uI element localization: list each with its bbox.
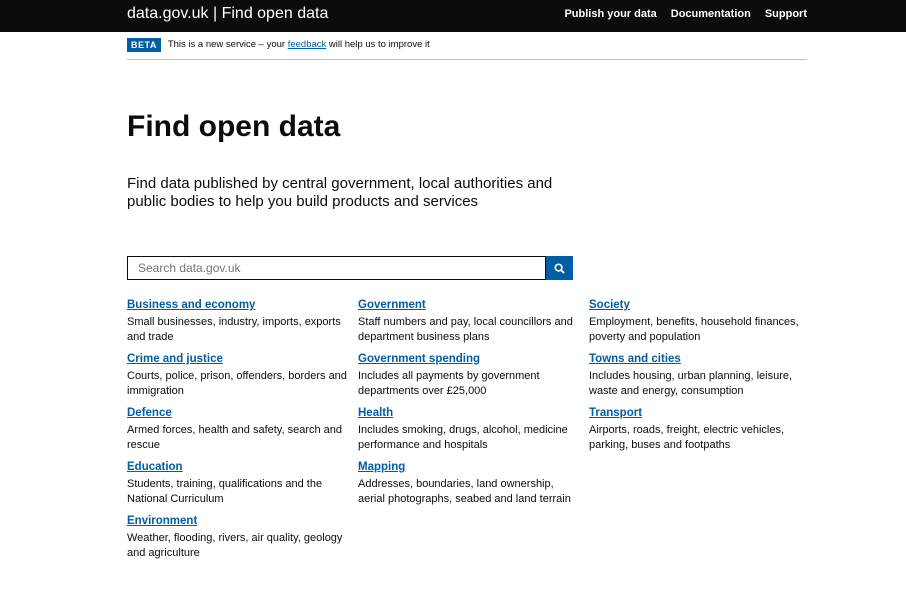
- nav-documentation[interactable]: Documentation: [671, 8, 751, 20]
- topic-description: Weather, flooding, rivers, air quality, …: [127, 532, 343, 559]
- topic-link-crime-justice[interactable]: Crime and justice: [127, 352, 358, 366]
- topic-society: Society Employment, benefits, household …: [589, 298, 820, 344]
- topic-description: Small businesses, industry, imports, exp…: [127, 316, 341, 343]
- topic-link-health[interactable]: Health: [358, 406, 589, 420]
- search-icon: [554, 262, 565, 274]
- search-form: [127, 256, 573, 280]
- topic-description: Addresses, boundaries, land ownership, a…: [358, 478, 571, 505]
- topic-column-1: Business and economy Small businesses, i…: [127, 298, 358, 568]
- topic-description: Courts, police, prison, offenders, borde…: [127, 370, 347, 397]
- search-button[interactable]: [546, 256, 573, 280]
- topic-defence: Defence Armed forces, health and safety,…: [127, 406, 358, 452]
- topic-column-3: Society Employment, benefits, household …: [589, 298, 820, 568]
- topic-transport: Transport Airports, roads, freight, elec…: [589, 406, 820, 452]
- beta-banner: BETA This is a new service – your feedba…: [127, 38, 807, 60]
- topic-environment: Environment Weather, flooding, rivers, a…: [127, 514, 358, 560]
- topic-link-education[interactable]: Education: [127, 460, 358, 474]
- nav-support[interactable]: Support: [765, 8, 807, 20]
- site-brand[interactable]: data.gov.uk | Find open data: [127, 5, 328, 23]
- topic-link-society[interactable]: Society: [589, 298, 820, 312]
- topic-link-government[interactable]: Government: [358, 298, 589, 312]
- topic-description: Students, training, qualifications and t…: [127, 478, 323, 505]
- topic-description: Includes all payments by government depa…: [358, 370, 540, 397]
- topic-description: Includes housing, urban planning, leisur…: [589, 370, 793, 397]
- topic-description: Employment, benefits, household finances…: [589, 316, 799, 343]
- beta-message: This is a new service – your feedback wi…: [167, 39, 430, 50]
- topic-link-transport[interactable]: Transport: [589, 406, 820, 420]
- topic-crime-justice: Crime and justice Courts, police, prison…: [127, 352, 358, 398]
- topic-link-mapping[interactable]: Mapping: [358, 460, 589, 474]
- feedback-link[interactable]: feedback: [288, 39, 327, 50]
- page-title: Find open data: [127, 110, 341, 143]
- site-header: data.gov.uk | Find open data Publish you…: [0, 0, 906, 32]
- topic-column-2: Government Staff numbers and pay, local …: [358, 298, 589, 568]
- topic-link-business-economy[interactable]: Business and economy: [127, 298, 358, 312]
- topic-towns-cities: Towns and cities Includes housing, urban…: [589, 352, 820, 398]
- topic-government-spending: Government spending Includes all payment…: [358, 352, 589, 398]
- topic-description: Staff numbers and pay, local councillors…: [358, 316, 573, 343]
- page-lede: Find data published by central governmen…: [127, 175, 553, 210]
- topic-mapping: Mapping Addresses, boundaries, land owne…: [358, 460, 589, 506]
- search-input[interactable]: [127, 256, 546, 280]
- topic-government: Government Staff numbers and pay, local …: [358, 298, 589, 344]
- beta-tag: BETA: [127, 38, 161, 52]
- topic-description: Includes smoking, drugs, alcohol, medici…: [358, 424, 568, 451]
- topic-education: Education Students, training, qualificat…: [127, 460, 358, 506]
- topic-description: Armed forces, health and safety, search …: [127, 424, 343, 451]
- topic-link-towns-cities[interactable]: Towns and cities: [589, 352, 820, 366]
- topic-description: Airports, roads, freight, electric vehic…: [589, 424, 785, 451]
- header-nav: Publish your data Documentation Support: [564, 8, 807, 20]
- topic-link-environment[interactable]: Environment: [127, 514, 358, 528]
- topic-grid: Business and economy Small businesses, i…: [127, 298, 820, 568]
- topic-health: Health Includes smoking, drugs, alcohol,…: [358, 406, 589, 452]
- topic-link-defence[interactable]: Defence: [127, 406, 358, 420]
- topic-link-government-spending[interactable]: Government spending: [358, 352, 589, 366]
- nav-publish-data[interactable]: Publish your data: [564, 8, 656, 20]
- topic-business-economy: Business and economy Small businesses, i…: [127, 298, 358, 344]
